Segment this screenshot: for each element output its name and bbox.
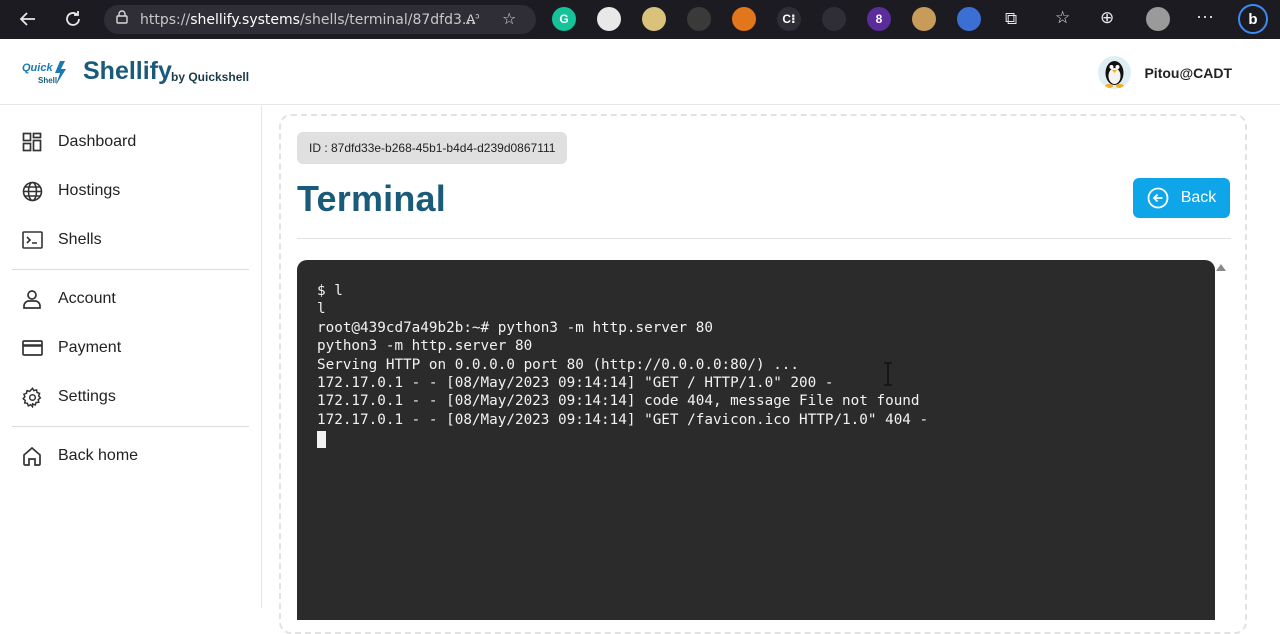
globe-icon — [20, 179, 44, 203]
brand-subtitle: by Quickshell — [171, 70, 250, 84]
dashboard-grid-icon — [20, 130, 44, 154]
terminal-line: $ l — [317, 283, 343, 299]
metamask-fox-icon[interactable] — [732, 7, 756, 31]
profile-icon[interactable] — [1146, 7, 1170, 31]
read-aloud-icon[interactable]: Aↄ — [466, 11, 479, 27]
svg-text:Shell: Shell — [38, 76, 57, 85]
home-icon — [20, 444, 44, 468]
color-wheel-icon[interactable] — [597, 7, 621, 31]
sidebar-item-payment[interactable]: Payment — [20, 333, 250, 363]
terminal-line: 172.17.0.1 - - [08/May/2023 09:14:14] "G… — [317, 375, 834, 392]
sidebar-item-label: Payment — [58, 339, 122, 356]
quickshell-logo[interactable]: Quick Shell — [20, 59, 70, 87]
sidebar-item-hostings[interactable]: Hostings — [20, 176, 250, 206]
sidebar-item-shells[interactable]: Shells — [20, 225, 250, 255]
sidebar-item-dashboard[interactable]: Dashboard — [20, 127, 250, 157]
collections-icon[interactable]: ⊕ — [1100, 8, 1114, 28]
scroll-up-icon[interactable] — [1216, 264, 1226, 271]
sidebar-item-label: Hostings — [58, 182, 121, 199]
terminal-icon — [20, 228, 44, 252]
back-button[interactable]: Back — [1133, 178, 1230, 218]
avatar[interactable] — [1098, 56, 1132, 89]
circle-arrow-left-icon — [1147, 187, 1169, 209]
terminal-line: root@439cd7a49b2b:~# python3 -m http.ser… — [317, 319, 713, 336]
sidebar: Dashboard Hostings Shells Account Paymen… — [0, 106, 262, 608]
lock-icon — [116, 10, 128, 29]
sidebar-item-back-home[interactable]: Back home — [20, 441, 250, 471]
atom-icon[interactable] — [822, 7, 846, 31]
reload-icon[interactable] — [59, 5, 87, 33]
sidebar-item-settings[interactable]: Settings — [20, 382, 250, 412]
code-icon[interactable]: C⁝ — [777, 7, 801, 31]
favorites-icon[interactable]: ☆ — [1055, 8, 1070, 28]
user-icon — [20, 287, 44, 311]
page-title: Terminal — [297, 178, 446, 219]
gem-icon[interactable]: 8 — [867, 7, 891, 31]
terminal-line: 172.17.0.1 - - [08/May/2023 09:14:14] "G… — [317, 411, 929, 428]
palette-icon[interactable] — [642, 7, 666, 31]
back-arrow-icon[interactable] — [14, 5, 42, 33]
sidebar-divider — [12, 426, 249, 427]
globe-search-icon[interactable] — [957, 7, 981, 31]
terminal-window[interactable]: $ l l root@439cd7a49b2b:~# python3 -m ht… — [297, 260, 1215, 620]
terminal-line: Serving HTTP on 0.0.0.0 port 80 (http://… — [317, 356, 800, 373]
gear-icon — [20, 385, 44, 409]
sidebar-divider — [12, 269, 249, 270]
app-header: Quick Shell Shellify by Quickshell Pitou… — [0, 39, 1280, 105]
text-cursor-icon — [882, 362, 894, 386]
svg-text:Quick: Quick — [22, 62, 53, 74]
hat-icon[interactable] — [687, 7, 711, 31]
sidebar-item-label: Shells — [58, 231, 102, 248]
terminal-line: l — [317, 301, 326, 318]
sidebar-item-label: Dashboard — [58, 133, 137, 150]
sidebar-item-label: Back home — [58, 447, 139, 464]
url-text: https://shellify.systems/shells/terminal… — [140, 11, 476, 28]
more-menu-icon[interactable]: ··· — [1196, 6, 1214, 27]
puzzle-extensions-icon[interactable]: ⧉ — [1005, 9, 1017, 29]
sidebar-item-account[interactable]: Account — [20, 284, 250, 314]
brand-name[interactable]: Shellify — [83, 57, 172, 86]
terminal-cursor — [317, 431, 326, 449]
extensions-bar: G C⁝ 8 — [552, 7, 1002, 31]
user-menu[interactable]: Pitou@CADT — [1098, 56, 1232, 89]
sidebar-item-label: Account — [58, 290, 116, 307]
terminal-line: python3 -m http.server 80 — [317, 338, 533, 355]
browser-toolbar: https://shellify.systems/shells/terminal… — [0, 0, 1280, 39]
sidebar-item-label: Settings — [58, 388, 116, 405]
back-button-label: Back — [1180, 189, 1217, 206]
favorite-star-icon[interactable]: ☆ — [502, 9, 516, 29]
grammarly-icon[interactable]: G — [552, 7, 576, 31]
title-divider — [297, 238, 1231, 239]
terminal-line: 172.17.0.1 - - [08/May/2023 09:14:14] co… — [317, 393, 920, 410]
shell-id-badge: ID : 87dfd33e-b268-45b1-b4d4-d239d086711… — [297, 132, 568, 164]
user-name: Pitou@CADT — [1144, 64, 1232, 81]
cookie-icon[interactable] — [912, 7, 936, 31]
credit-card-icon — [20, 336, 44, 360]
address-bar[interactable]: https://shellify.systems/shells/terminal… — [104, 5, 536, 34]
bing-icon[interactable]: b — [1238, 4, 1268, 34]
